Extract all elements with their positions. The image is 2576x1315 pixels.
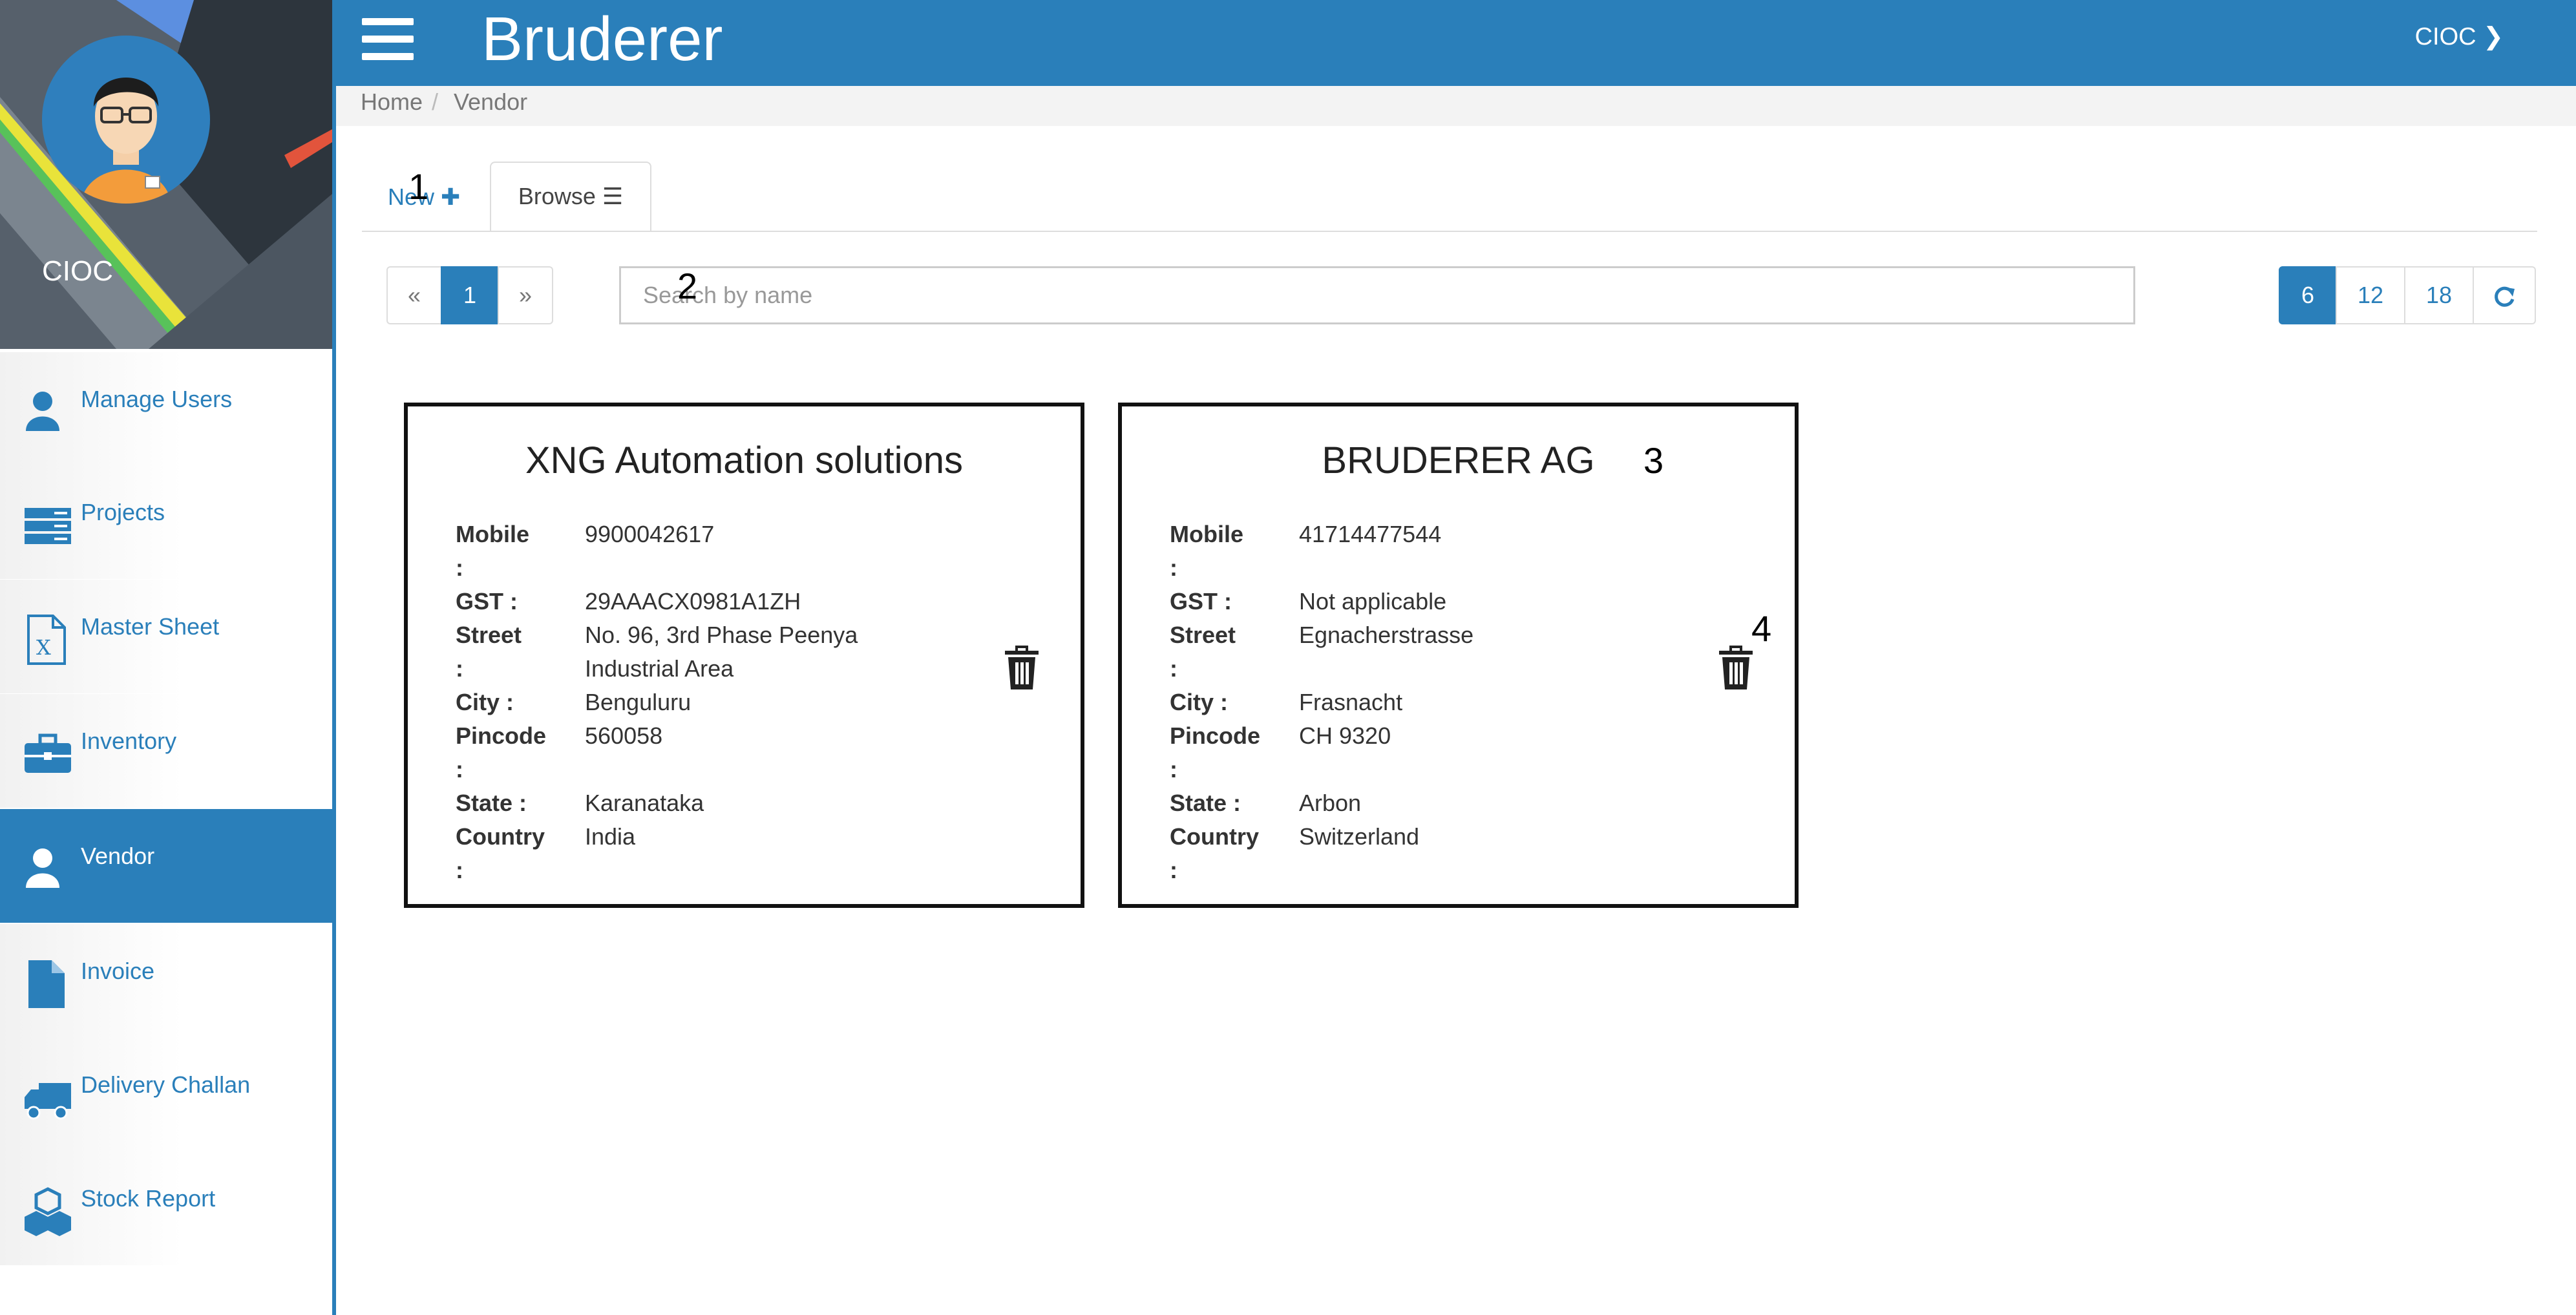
cubes-icon — [25, 1187, 71, 1236]
field-value: CH 9320 — [1299, 722, 1391, 749]
annotation-marker-1: 1 — [408, 166, 429, 207]
breadcrumb-home[interactable]: Home — [361, 86, 423, 118]
delete-trash-icon[interactable] — [1716, 646, 1755, 692]
field-value: 29AAACX0981A1ZH — [585, 588, 801, 615]
sidebar-item-manage-users[interactable]: Manage Users — [0, 352, 332, 466]
field-label-colon: : — [1170, 554, 1177, 581]
annotation-marker-4: 4 — [1751, 608, 1772, 649]
field-label: Country — [1170, 823, 1259, 850]
sidebar-item-label: Inventory — [81, 728, 177, 754]
truck-icon — [25, 1083, 71, 1120]
vendor-name: BRUDERER AG — [1322, 439, 1595, 481]
annotation-marker-2: 2 — [677, 266, 698, 306]
field-label-colon: : — [456, 756, 463, 783]
field-label-colon: : — [1170, 655, 1177, 682]
refresh-button[interactable] — [2473, 266, 2536, 324]
field-value: No. 96, 3rd Phase Peenya — [585, 622, 858, 648]
sidebar-item-inventory[interactable]: Inventory — [0, 694, 332, 808]
sidebar-item-label: Projects — [81, 499, 165, 525]
sidebar-item-label: Manage Users — [81, 386, 233, 412]
sidebar-item-vendor[interactable]: Vendor — [0, 809, 332, 923]
sidebar: CIOC Manage Users Projects X Master Shee… — [0, 0, 336, 1315]
sidebar-item-invoice[interactable]: Invoice — [0, 924, 332, 1038]
profile-name: CIOC — [42, 255, 113, 287]
pagination-page-1[interactable]: 1 — [441, 266, 499, 324]
field-label: State : — [1170, 790, 1241, 816]
tab-divider — [362, 231, 2537, 232]
annotation-marker-3: 3 — [1643, 440, 1664, 481]
breadcrumb-separator: / — [432, 89, 439, 115]
app-title: Bruderer — [481, 5, 723, 74]
field-label: State : — [456, 790, 527, 816]
field-label-colon: : — [1170, 857, 1177, 883]
field-value: 9900042617 — [585, 521, 715, 547]
field-label: Mobile — [1170, 521, 1243, 547]
pagination-next-button[interactable]: » — [498, 266, 553, 324]
field-label: Pincode — [456, 722, 547, 749]
field-label: Pincode — [1170, 722, 1261, 749]
user-icon — [26, 392, 59, 431]
sidebar-item-stock-report[interactable]: Stock Report — [0, 1152, 332, 1265]
top-header: Bruderer CIOC ❯ — [336, 0, 2576, 86]
field-label: Country — [456, 823, 545, 850]
briefcase-icon — [25, 733, 71, 773]
avatar[interactable] — [42, 36, 210, 204]
field-value: Benguluru — [585, 689, 692, 715]
breadcrumb-current: Vendor — [454, 89, 528, 115]
user-icon — [26, 848, 59, 888]
field-value: Arbon — [1299, 790, 1362, 816]
profile-panel: CIOC — [0, 0, 332, 349]
sidebar-item-label: Stock Report — [81, 1185, 216, 1212]
pagination-prev-button[interactable]: « — [386, 266, 442, 324]
delete-trash-icon[interactable] — [1002, 646, 1041, 692]
field-label-colon: : — [456, 655, 463, 682]
refresh-icon — [2495, 287, 2515, 308]
field-label-colon: : — [456, 857, 463, 883]
vendor-card[interactable]: BRUDERER AG Mobile 41714477544 : GST : Not… — [1118, 403, 1799, 908]
field-value: Not applicable — [1299, 588, 1447, 615]
field-label-colon: : — [1170, 756, 1177, 783]
field-label: GST : — [1170, 588, 1232, 615]
field-label: Street — [456, 622, 522, 648]
menu-toggle-icon[interactable] — [362, 18, 414, 63]
user-menu-dropdown[interactable]: CIOC ❯ — [2415, 22, 2504, 51]
field-label: City : — [456, 689, 514, 715]
field-label: City : — [1170, 689, 1228, 715]
avatar-illustration — [81, 78, 171, 204]
field-value: Switzerland — [1299, 823, 1420, 850]
excel-file-icon: X — [27, 615, 66, 665]
sidebar-item-delivery-challan[interactable]: Delivery Challan — [0, 1038, 332, 1152]
sidebar-item-projects[interactable]: Projects — [0, 465, 332, 579]
page-size-12[interactable]: 12 — [2336, 266, 2405, 324]
field-label: Street — [1170, 622, 1236, 648]
file-icon — [28, 960, 65, 1008]
sidebar-item-label: Invoice — [81, 958, 155, 984]
sidebar-item-label: Delivery Challan — [81, 1071, 251, 1098]
search-input[interactable] — [619, 266, 2135, 324]
svg-text:X: X — [36, 635, 51, 660]
sidebar-item-master-sheet[interactable]: X Master Sheet — [0, 580, 332, 693]
field-value: India — [585, 823, 636, 850]
field-value: Karanataka — [585, 790, 704, 816]
page-size-18[interactable]: 18 — [2404, 266, 2474, 324]
breadcrumb: Home / Vendor — [336, 86, 2576, 126]
server-icon — [25, 508, 71, 544]
field-value: 560058 — [585, 722, 663, 749]
field-value-cont: Industrial Area — [585, 655, 734, 682]
field-label: GST : — [456, 588, 518, 615]
field-value: 41714477544 — [1299, 521, 1442, 547]
field-value: Egnacherstrasse — [1299, 622, 1474, 648]
field-value: Frasnacht — [1299, 689, 1403, 715]
page-size-6[interactable]: 6 — [2279, 266, 2337, 324]
tab-browse[interactable]: Browse ☰ — [490, 162, 651, 231]
sidebar-item-label: Master Sheet — [81, 613, 220, 640]
vendor-name: XNG Automation solutions — [525, 439, 964, 481]
vendor-card[interactable]: XNG Automation solutions Mobile 990004261… — [404, 403, 1084, 908]
field-label: Mobile — [456, 521, 529, 547]
sidebar-item-label: Vendor — [81, 843, 155, 869]
field-label-colon: : — [456, 554, 463, 581]
